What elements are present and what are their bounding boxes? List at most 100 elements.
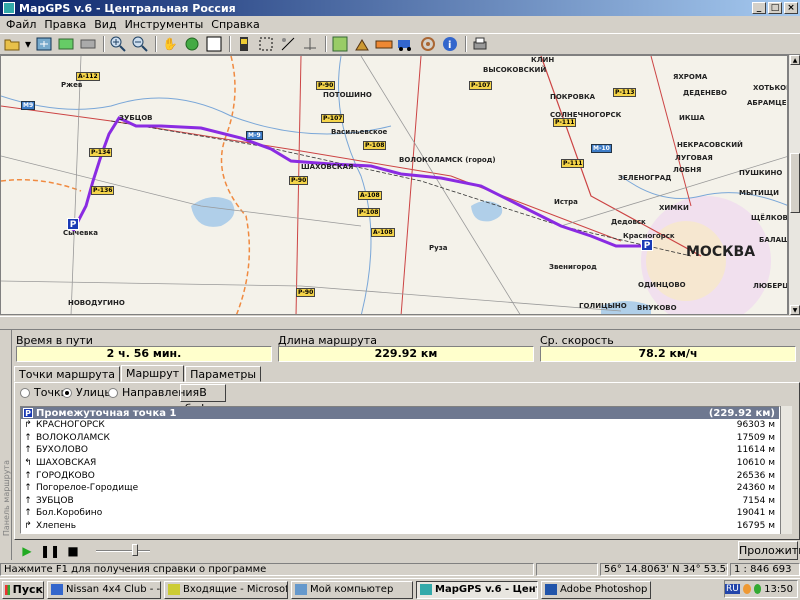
turn-icon: ↑ [24, 445, 32, 456]
copy-to-buffer-button[interactable]: В буфер [180, 384, 226, 415]
task-mapgps[interactable]: MapGPS v.6 - Центра... [416, 580, 538, 599]
zoom-out-icon[interactable] [130, 35, 150, 53]
list-item[interactable]: ↑ Погорелое-Городище 24360 м [21, 482, 779, 495]
list-item[interactable]: ↑ БУХОЛОВО 11614 м [21, 444, 779, 457]
city-label: ОДИНЦОВО [638, 281, 686, 289]
route-list-header[interactable]: P Промежуточная точка 1 (229.92 км) [21, 407, 779, 419]
map-view[interactable]: P P МОСКВА ЗУБЦОВ ВОЛОКОЛАМСК (город) ША… [0, 55, 788, 315]
select-rect-icon[interactable] [204, 35, 224, 53]
fit-icon[interactable] [34, 35, 54, 53]
tray-icon[interactable] [753, 584, 762, 594]
tab-route[interactable]: Маршрут [120, 365, 185, 382]
city-label: КЛИН [531, 56, 555, 64]
tray-icon[interactable] [742, 584, 751, 594]
city-label: ХИМКИ [659, 204, 689, 212]
city-label: НОВОДУГИНО [68, 299, 125, 307]
task-my-computer[interactable]: Мой компьютер [291, 580, 413, 599]
speed-slider[interactable] [96, 544, 150, 556]
tab-route-points[interactable]: Точки маршрута [14, 366, 120, 382]
info-icon[interactable]: i [440, 35, 460, 53]
refresh-icon[interactable] [182, 35, 202, 53]
back-icon[interactable] [78, 35, 98, 53]
end-marker-icon[interactable]: P [641, 239, 653, 251]
pause-icon[interactable]: ❚❚ [40, 542, 60, 560]
build-route-button[interactable]: Проложить [738, 541, 800, 560]
scroll-up-icon[interactable]: ▲ [790, 55, 800, 65]
close-button[interactable]: × [784, 2, 798, 14]
route-list[interactable]: P Промежуточная точка 1 (229.92 км) ↱ КРА… [20, 406, 780, 534]
play-icon[interactable]: ▶ [17, 542, 37, 560]
print-icon[interactable] [470, 35, 490, 53]
radio-points[interactable]: Точки [20, 386, 68, 399]
windows-logo-icon [5, 584, 10, 595]
start-button[interactable]: Пуск [2, 580, 44, 599]
task-photoshop[interactable]: Adobe Photoshop [541, 580, 651, 599]
turn-icon: ↑ [24, 483, 32, 494]
street-distance: 7154 м [742, 495, 775, 506]
menu-tools[interactable]: Инструменты [121, 18, 208, 31]
list-item[interactable]: ↱ КРАСНОГОРСК 96303 м [21, 419, 779, 432]
side-grip[interactable]: Панель маршрута [0, 330, 12, 560]
radio-circle[interactable] [62, 387, 72, 398]
window-title: MapGPS v.6 - Центральная Россия [19, 1, 236, 15]
list-item[interactable]: ↱ Хлепень 16795 м [21, 520, 779, 533]
radio-streets[interactable]: Улицы [62, 386, 113, 399]
ship-icon[interactable] [374, 35, 394, 53]
clock: 13:50 [764, 583, 793, 595]
map-scrollbar[interactable]: ▲ ▼ [788, 55, 800, 315]
system-tray: RU 13:50 [724, 580, 798, 598]
gps-icon[interactable] [234, 35, 254, 53]
status-hint: Нажмите F1 для получения справки о прогр… [0, 563, 534, 576]
menu-file[interactable]: Файл [2, 18, 40, 31]
street-distance: 17509 м [736, 432, 775, 443]
tab-parameters[interactable]: Параметры [185, 366, 262, 382]
road-label: А-108 [371, 228, 395, 237]
folder-dropdown-icon[interactable]: ▾ [24, 35, 32, 53]
map-canvas [1, 56, 787, 314]
map-icon[interactable] [56, 35, 76, 53]
menu-help[interactable]: Справка [207, 18, 263, 31]
menu-view[interactable]: Вид [90, 18, 120, 31]
street-name: Хлепень [36, 521, 77, 532]
mail-icon [168, 584, 180, 595]
pan-hand-icon[interactable]: ✋ [160, 35, 180, 53]
zoom-in-icon[interactable] [108, 35, 128, 53]
truck-icon[interactable] [396, 35, 416, 53]
radio-circle[interactable] [108, 387, 118, 398]
select-icon[interactable] [256, 35, 276, 53]
waypoint-distance: (229.92 км) [708, 407, 775, 419]
photoshop-icon [545, 584, 557, 595]
street-name: ГОРОДКОВО [36, 470, 95, 481]
city-label: МЫТИЩИ [739, 189, 779, 197]
task-label: Nissan 4x4 Club - - Micro... [66, 584, 161, 595]
menu-edit[interactable]: Правка [40, 18, 90, 31]
minimize-button[interactable]: _ [752, 2, 766, 14]
language-indicator[interactable]: RU [725, 584, 740, 594]
layers-icon[interactable] [330, 35, 350, 53]
stop-icon[interactable]: ■ [63, 542, 83, 560]
chart-icon[interactable] [352, 35, 372, 53]
road-label: Р-107 [469, 81, 493, 90]
scroll-thumb[interactable] [790, 153, 800, 213]
panel-splitter[interactable] [0, 316, 800, 330]
turn-icon: ↑ [24, 495, 32, 506]
slider-handle[interactable] [132, 544, 138, 556]
list-item[interactable]: ↑ ВОЛОКОЛАМСК 17509 м [21, 432, 779, 445]
list-item[interactable]: ↑ Бол.Коробино 19041 м [21, 507, 779, 520]
open-icon[interactable] [2, 35, 22, 53]
task-label: MapGPS v.6 - Центра... [435, 584, 537, 595]
scale-icon[interactable] [278, 35, 298, 53]
maximize-button[interactable]: □ [768, 2, 782, 14]
toolbar-separator [155, 36, 157, 52]
task-outlook[interactable]: Входящие - Microsoft O... [164, 580, 288, 599]
list-item[interactable]: ↰ ШАХОВСКАЯ 10610 м [21, 457, 779, 470]
radio-circle[interactable] [20, 387, 30, 398]
route-icon[interactable] [300, 35, 320, 53]
signal-icon[interactable] [418, 35, 438, 53]
list-scrollbar[interactable] [780, 406, 792, 534]
list-item[interactable]: ↑ ГОРОДКОВО 26536 м [21, 469, 779, 482]
scroll-down-icon[interactable]: ▼ [790, 305, 800, 315]
city-label: ЯХРОМА [673, 73, 708, 81]
task-nissan[interactable]: Nissan 4x4 Club - - Micro... [47, 580, 161, 599]
list-item[interactable]: ↑ ЗУБЦОВ 7154 м [21, 495, 779, 508]
